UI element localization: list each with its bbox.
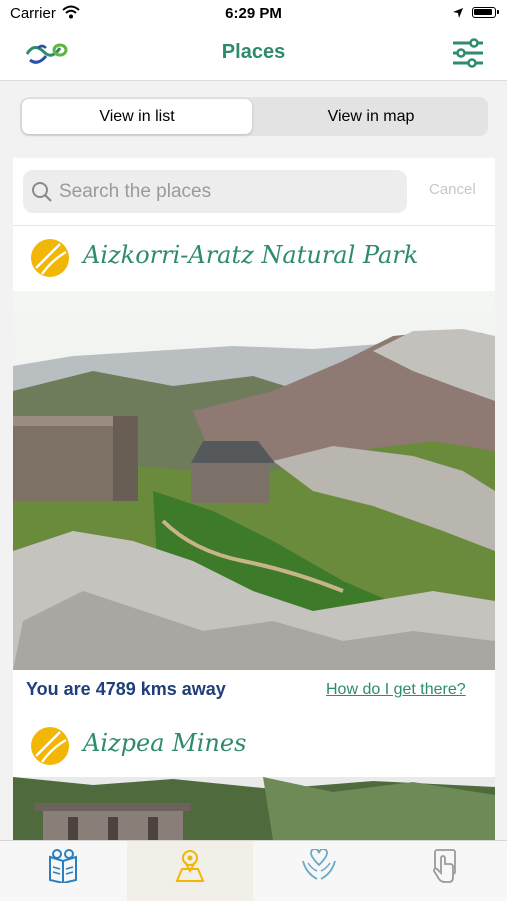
location-arrow-icon	[452, 6, 464, 23]
place-header[interactable]: Aizkorri-Aratz Natural Park	[13, 234, 495, 282]
divider	[13, 225, 495, 226]
tab-bar	[0, 840, 507, 901]
search-bar	[23, 170, 407, 213]
view-mode-segmented-control: View in list View in map	[20, 97, 488, 136]
place-photo[interactable]	[13, 291, 495, 670]
tab-interact[interactable]	[381, 841, 507, 901]
place-photo[interactable]	[13, 777, 495, 840]
battery-icon	[472, 7, 499, 18]
ball-icon	[30, 726, 70, 771]
clock: 6:29 PM	[225, 5, 282, 22]
mountain-landscape-image	[13, 291, 495, 670]
distance-text: You are 4789 kms away	[26, 679, 226, 699]
book-icon	[49, 849, 77, 883]
view-in-list-segment[interactable]: View in list	[22, 99, 252, 134]
search-input[interactable]	[59, 170, 399, 213]
status-bar: Carrier 6:29 PM	[0, 0, 507, 28]
place-title: Aizpea Mines	[83, 729, 247, 757]
touch-hand-icon	[433, 849, 456, 883]
ball-icon	[30, 238, 70, 283]
place-title: Aizkorri-Aratz Natural Park	[83, 241, 419, 269]
places-list[interactable]: Cancel Aizkorri-Aratz Natural Park	[13, 158, 495, 840]
directions-link[interactable]: How do I get there?	[326, 681, 466, 699]
navigation-bar: Places	[0, 28, 507, 81]
view-in-map-segment[interactable]: View in map	[256, 99, 486, 134]
filter-settings-icon[interactable]	[452, 38, 484, 73]
tab-favorites[interactable]	[254, 841, 380, 901]
hands-heart-icon	[302, 849, 336, 880]
place-header[interactable]: Aizpea Mines	[13, 722, 495, 770]
search-icon	[31, 181, 53, 208]
cancel-button[interactable]: Cancel	[429, 181, 476, 198]
map-pin-icon	[175, 850, 205, 882]
mine-ruins-image	[13, 777, 495, 840]
page-title: Places	[221, 41, 286, 63]
tab-book[interactable]	[0, 841, 126, 901]
tab-places[interactable]	[127, 841, 253, 901]
